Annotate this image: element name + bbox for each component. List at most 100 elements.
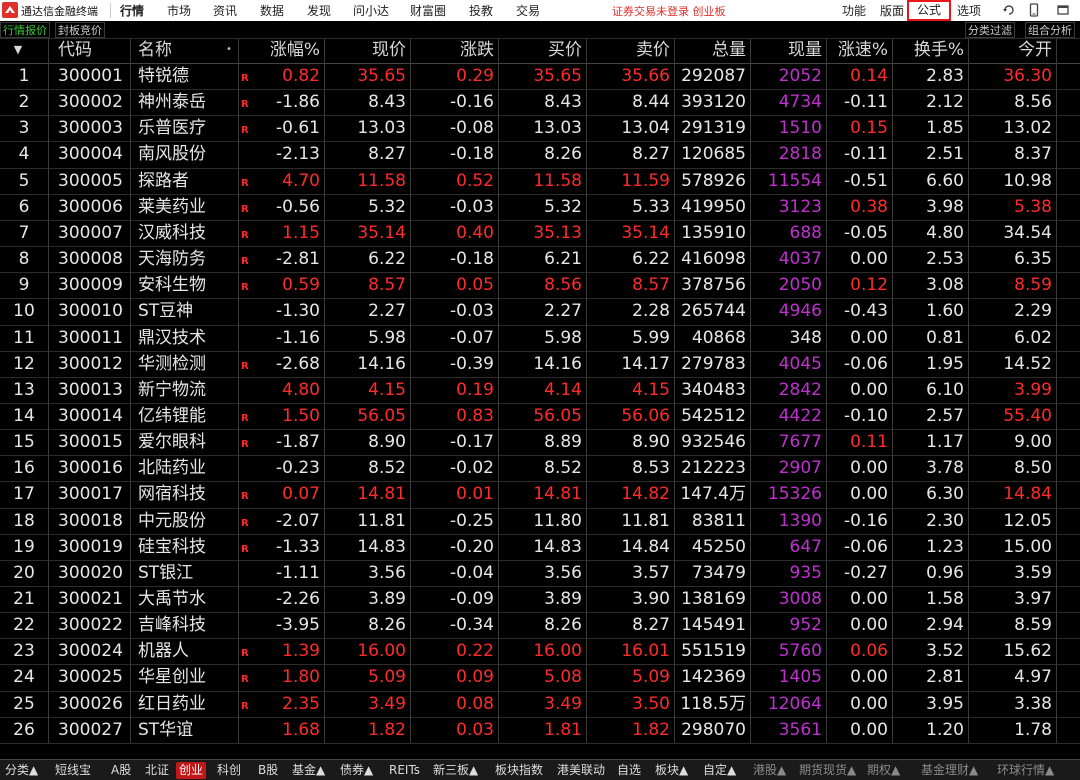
menu-toujiao[interactable]: 投教 — [469, 2, 493, 19]
header-chg[interactable]: 涨跌 — [410, 39, 498, 63]
header-dot-marker: • — [226, 44, 232, 55]
table-row[interactable]: 24 300025 华星创业 R 1.80 5.09 0.09 5.08 5.09 142369 1… — [0, 664, 1080, 690]
menu-banmian[interactable]: 版面 — [880, 2, 904, 19]
table-row[interactable]: 8 300008 天海防务 R -2.81 6.22 -0.18 6.21 6.22 416098… — [0, 246, 1080, 272]
menu-caifuquan[interactable]: 财富圈 — [410, 2, 446, 19]
cell-price: 3.56 — [368, 562, 406, 583]
bottom-tab-3[interactable]: 北证 — [142, 762, 172, 779]
cell-chg-pct: 1.80 — [282, 667, 320, 688]
cell-name: 乐普医疗 — [138, 118, 206, 139]
menu-shichang[interactable]: 市场 — [167, 2, 191, 19]
table-row[interactable]: 2 300002 神州泰岳 R -1.86 8.43 -0.16 8.43 8.44 393120… — [0, 89, 1080, 115]
table-row[interactable]: 23 300024 机器人 R 1.39 16.00 0.22 16.00 16.01 55151… — [0, 638, 1080, 664]
phone-icon[interactable] — [1027, 3, 1041, 17]
bottom-tab-1[interactable]: 短线宝 — [52, 762, 94, 779]
cell-vol: 145491 — [681, 615, 746, 636]
menu-wenxiaoda[interactable]: 问小达 — [353, 2, 389, 19]
menu-gongneng[interactable]: 功能 — [842, 2, 866, 19]
menu-zixun[interactable]: 资讯 — [213, 2, 237, 19]
cell-no: 7 — [18, 222, 30, 243]
bottom-tab-4[interactable]: 创业 — [176, 762, 207, 779]
table-row[interactable]: 13 300013 新宁物流 4.80 4.15 0.19 4.14 4.15 340483 28… — [0, 377, 1080, 403]
table-row[interactable]: 4 300004 南风股份 -2.13 8.27 -0.18 8.26 8.27 120685 2… — [0, 141, 1080, 167]
menu-faxian[interactable]: 发现 — [307, 2, 331, 19]
table-row[interactable]: 9 300009 安科生物 R 0.59 8.57 0.05 8.56 8.57 378756 20… — [0, 272, 1080, 298]
table-row[interactable]: 19 300019 硅宝科技 R -1.33 14.83 -0.20 14.83 14.84 45… — [0, 534, 1080, 560]
header-vol[interactable]: 总量 — [674, 39, 750, 63]
window-icon[interactable] — [1056, 3, 1070, 17]
header-ask[interactable]: 卖价 — [586, 39, 674, 63]
bottom-tab-20[interactable]: 环球行情▲ — [994, 762, 1057, 779]
table-row[interactable]: 1 300001 特锐德 R 0.82 35.65 0.29 35.65 35.66 292087… — [0, 63, 1080, 89]
table-row[interactable]: 25 300026 红日药业 R 2.35 3.49 0.08 3.49 3.50 118.5万 1… — [0, 691, 1080, 717]
cell-name: 红日药业 — [138, 693, 206, 714]
tab-hangqing-baojia[interactable]: 行情报价 — [0, 22, 50, 38]
bottom-tab-0[interactable]: 分类▲ — [2, 762, 41, 779]
table-row[interactable]: 3 300003 乐普医疗 R -0.61 13.03 -0.08 13.03 13.04 291… — [0, 115, 1080, 141]
bottom-tab-2[interactable]: A股 — [108, 762, 134, 779]
table-row[interactable]: 22 300022 吉峰科技 -3.95 8.26 -0.34 8.26 8.27 145491… — [0, 612, 1080, 638]
cell-speed: 0.14 — [850, 66, 888, 86]
bottom-tab-15[interactable]: 自定▲ — [700, 762, 739, 779]
cell-speed: 0.12 — [850, 275, 888, 296]
table-row[interactable]: 16 300016 北陆药业 -0.23 8.52 -0.02 8.52 8.53 212223… — [0, 455, 1080, 481]
bottom-tab-9[interactable]: REITs — [386, 762, 423, 779]
table-row[interactable]: 6 300006 莱美药业 R -0.56 5.32 -0.03 5.32 5.33 419950… — [0, 194, 1080, 220]
refresh-icon[interactable] — [1002, 3, 1016, 17]
bottom-tab-12[interactable]: 港美联动 — [554, 762, 608, 779]
table-row[interactable]: 11 300011 鼎汉技术 -1.16 5.98 -0.07 5.98 5.99 40868 3… — [0, 325, 1080, 351]
bottom-tab-18[interactable]: 期权▲ — [864, 762, 903, 779]
cell-cur: 4734 — [778, 92, 822, 113]
bottom-tab-5[interactable]: 科创 — [214, 762, 244, 779]
header-name[interactable]: 名称 — [134, 39, 238, 63]
cell-bid: 5.08 — [544, 667, 582, 688]
menu-shuju[interactable]: 数据 — [260, 2, 284, 19]
bottom-tab-6[interactable]: B股 — [255, 762, 281, 779]
menu-gongshi-highlighted[interactable]: 公式 — [907, 0, 951, 21]
header-turn[interactable]: 换手% — [892, 39, 968, 63]
cell-chg-pct: 1.15 — [282, 222, 320, 243]
cell-turn: 3.95 — [926, 693, 964, 714]
bottom-tab-19[interactable]: 基金理财▲ — [918, 762, 981, 779]
table-row[interactable]: 26 300027 ST华谊 1.68 1.82 0.03 1.81 1.82 298070 35… — [0, 717, 1080, 743]
tab-zuhe-fenxi[interactable]: 组合分析 — [1025, 22, 1075, 38]
bottom-tab-10[interactable]: 新三板▲ — [430, 762, 481, 779]
header-open[interactable]: 今开 — [968, 39, 1056, 63]
menu-jiaoyi[interactable]: 交易 — [516, 2, 540, 19]
table-row[interactable]: 21 300021 大禹节水 -2.26 3.89 -0.09 3.89 3.90 138169… — [0, 586, 1080, 612]
table-row[interactable]: 14 300014 亿纬锂能 R 1.50 56.05 0.83 56.05 56.06 5425… — [0, 403, 1080, 429]
table-row[interactable]: 5 300005 探路者 R 4.70 11.58 0.52 11.58 11.59 578926… — [0, 168, 1080, 194]
cell-turn: 2.94 — [926, 615, 964, 636]
cell-price: 8.90 — [368, 432, 406, 453]
tab-fengban-jingjia[interactable]: 封板竞价 — [55, 22, 105, 38]
cell-vol: 45250 — [691, 536, 746, 557]
sort-column-icon[interactable]: ▼ — [0, 39, 36, 63]
cell-name: 华星创业 — [138, 667, 206, 688]
header-chg-pct[interactable]: 涨幅% — [238, 39, 324, 63]
header-speed[interactable]: 涨速% — [826, 39, 892, 63]
bottom-tab-13[interactable]: 自选 — [614, 762, 644, 779]
table-row[interactable]: 15 300015 爱尔眼科 R -1.87 8.90 -0.17 8.89 8.90 93254… — [0, 429, 1080, 455]
bottom-tab-11[interactable]: 板块指数 — [492, 762, 546, 779]
menu-hangqing[interactable]: 行情 — [120, 2, 144, 19]
header-code[interactable]: 代码 — [54, 39, 130, 63]
bottom-tab-16[interactable]: 港股▲ — [750, 762, 789, 779]
trade-login-notice[interactable]: 证券交易未登录 创业板 — [612, 3, 726, 19]
tab-fenlei-guolv[interactable]: 分类过滤 — [965, 22, 1015, 38]
header-bid[interactable]: 买价 — [498, 39, 586, 63]
bottom-tab-7[interactable]: 基金▲ — [289, 762, 328, 779]
bottom-tab-17[interactable]: 期货现货▲ — [796, 762, 859, 779]
table-row[interactable]: 18 300018 中元股份 R -2.07 11.81 -0.25 11.80 11.81 83… — [0, 508, 1080, 534]
table-row[interactable]: 10 300010 ST豆神 -1.30 2.27 -0.03 2.27 2.28 265744… — [0, 298, 1080, 324]
table-row[interactable]: 7 300007 汉威科技 R 1.15 35.14 0.40 35.13 35.14 13591… — [0, 220, 1080, 246]
bottom-tab-14[interactable]: 板块▲ — [652, 762, 691, 779]
table-row[interactable]: 20 300020 ST银江 -1.11 3.56 -0.04 3.56 3.57 73479 9… — [0, 560, 1080, 586]
cell-open: 4.97 — [1014, 667, 1052, 688]
menu-xuanxiang[interactable]: 选项 — [957, 2, 981, 19]
bottom-tab-8[interactable]: 债券▲ — [337, 762, 376, 779]
table-row[interactable]: 17 300017 网宿科技 R 0.07 14.81 0.01 14.81 14.82 147.… — [0, 481, 1080, 507]
column-divider — [324, 39, 325, 743]
table-row[interactable]: 12 300012 华测检测 R -2.68 14.16 -0.39 14.16 14.17 27… — [0, 351, 1080, 377]
header-cur[interactable]: 现量 — [750, 39, 826, 63]
header-price[interactable]: 现价 — [324, 39, 410, 63]
